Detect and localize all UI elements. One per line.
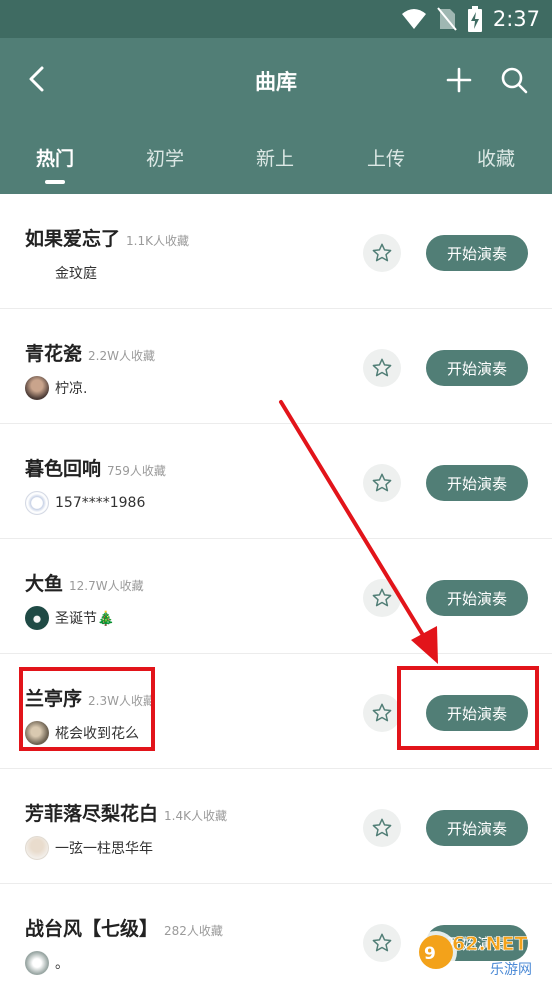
svg-text:9: 9 xyxy=(424,944,436,964)
svg-text:62.NET: 62.NET xyxy=(452,933,528,955)
annotation-arrow-icon xyxy=(279,400,438,664)
svg-text:乐游网: 乐游网 xyxy=(490,962,532,978)
watermark-logo-icon: 9 62.NET 乐游网 xyxy=(415,931,532,978)
